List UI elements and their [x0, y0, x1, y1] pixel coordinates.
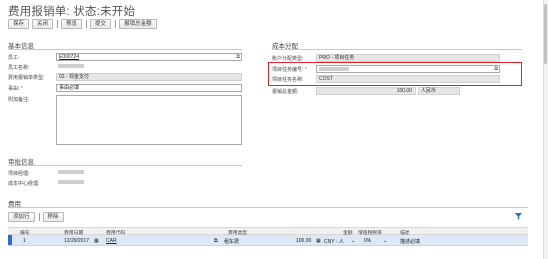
masked-value [319, 67, 349, 72]
cost-center-manager-field [56, 179, 176, 187]
employee-label: 员工: [8, 55, 20, 61]
masked-value [58, 170, 84, 175]
add-row-button[interactable]: 添加行 [8, 212, 35, 222]
row-selector[interactable] [8, 235, 12, 245]
divider [8, 49, 242, 50]
toolbar: 保存 关闭 预览 提交 报销总金额 [8, 19, 160, 29]
divider [8, 165, 242, 166]
reimb-type-field: 02 - 现金支付 [56, 73, 242, 81]
toolbar-separator [86, 20, 88, 28]
toolbar-separator [38, 213, 40, 221]
table-header: 编号 费用日期 费用代码 费用类型 金额 增值税税率 描述 [8, 227, 528, 236]
value-help-icon[interactable]: ⧉ [494, 66, 498, 72]
project-task-id-label-text: 项目任务编号: [272, 67, 304, 73]
remark-textarea[interactable] [56, 95, 242, 145]
divider [272, 49, 522, 50]
calendar-icon[interactable]: ▦ [94, 238, 99, 244]
description-input[interactable]: 描述必填 [400, 238, 420, 245]
project-task-id-label: 项目任务编号: * [272, 66, 307, 73]
project-task-id-input[interactable]: ⧉ [316, 65, 500, 73]
employee-name-field [56, 63, 242, 71]
currency-value: 人民币 [421, 88, 437, 94]
expense-type: 租车费 [224, 238, 240, 245]
calculator-icon[interactable]: ▦ [316, 238, 321, 244]
value-help-icon[interactable]: ⧉ [236, 54, 240, 60]
chevron-down-icon[interactable]: ⌄ [383, 238, 387, 244]
employee-value: E000724 [59, 54, 80, 60]
scrollbar-thumb[interactable] [544, 4, 547, 64]
account-type-value: PRO - 项目任务 [319, 55, 355, 61]
account-type-label: 账户分配类型: [272, 56, 304, 62]
account-type-field: PRO - 项目任务 [316, 54, 500, 62]
project-task-name-field: COST [316, 75, 500, 83]
reimb-type-value: 02 - 现金支付 [59, 74, 90, 80]
value-help-icon[interactable]: ⧉ [214, 238, 218, 244]
vertical-scrollbar[interactable] [543, 0, 548, 259]
project-task-name-value: COST [319, 76, 333, 82]
required-marker: * [19, 86, 23, 92]
reason-label-text: 事由: [8, 86, 20, 92]
submit-button[interactable]: 提交 [90, 19, 112, 29]
expenses-table: 编号 费用日期 费用代码 费用类型 金额 增值税税率 描述 1 12/29/20… [8, 227, 528, 246]
total-amount-label: 报销总金额: [272, 89, 299, 95]
save-button[interactable]: 保存 [8, 19, 30, 29]
delete-row-button[interactable]: 移除 [42, 212, 64, 222]
reason-input[interactable]: 事由必填 [56, 84, 242, 92]
reimb-type-label: 费用报销单类型: [8, 75, 45, 81]
total-amount-value: 100.00 [396, 88, 412, 94]
currency-field: 人民币 [418, 87, 460, 95]
required-marker: * [303, 67, 307, 73]
total-amount-field: 100.00 [316, 87, 416, 95]
page-title: 费用报销单: 状态:未开始 [8, 6, 136, 18]
row-number: 1 [23, 237, 26, 244]
expenses-toolbar: 添加行 移除 [8, 212, 67, 222]
reason-label: 事由: * [8, 85, 23, 92]
employee-name-label: 员工名称: [8, 65, 30, 71]
toolbar-separator [57, 20, 59, 28]
project-task-name-label: 项目任务名称: [272, 77, 304, 83]
preview-button[interactable]: 预览 [61, 19, 83, 29]
project-manager-field [56, 169, 176, 177]
filter-icon[interactable] [515, 213, 522, 220]
expense-amount[interactable]: 100.00 [296, 238, 311, 244]
remark-label: 附加备注: [8, 97, 30, 103]
employee-field[interactable]: E000724 ⧉ [56, 53, 242, 61]
toolbar-separator [115, 20, 117, 28]
table-row[interactable]: 1 12/29/2017 ▦ CAR ⧉ 租车费 100.00 ▦ CNY - … [8, 235, 528, 246]
close-button[interactable]: 关闭 [32, 19, 54, 29]
expense-code[interactable]: CAR [106, 238, 117, 244]
currency-select[interactable]: CNY - 人 [324, 238, 344, 245]
chevron-down-icon[interactable]: ⌄ [351, 238, 355, 244]
project-manager-label: 项目经理: [8, 171, 30, 177]
tax-rate-select[interactable]: 0% [364, 238, 371, 244]
reason-value: 事由必填 [59, 85, 80, 91]
masked-value [58, 180, 84, 185]
reimburse-amount-button[interactable]: 报销总金额 [119, 19, 157, 29]
expense-date[interactable]: 12/29/2017 [64, 238, 89, 244]
masked-value [58, 64, 84, 69]
cost-center-manager-label: 成本中心经理: [8, 181, 40, 187]
divider [8, 207, 528, 208]
